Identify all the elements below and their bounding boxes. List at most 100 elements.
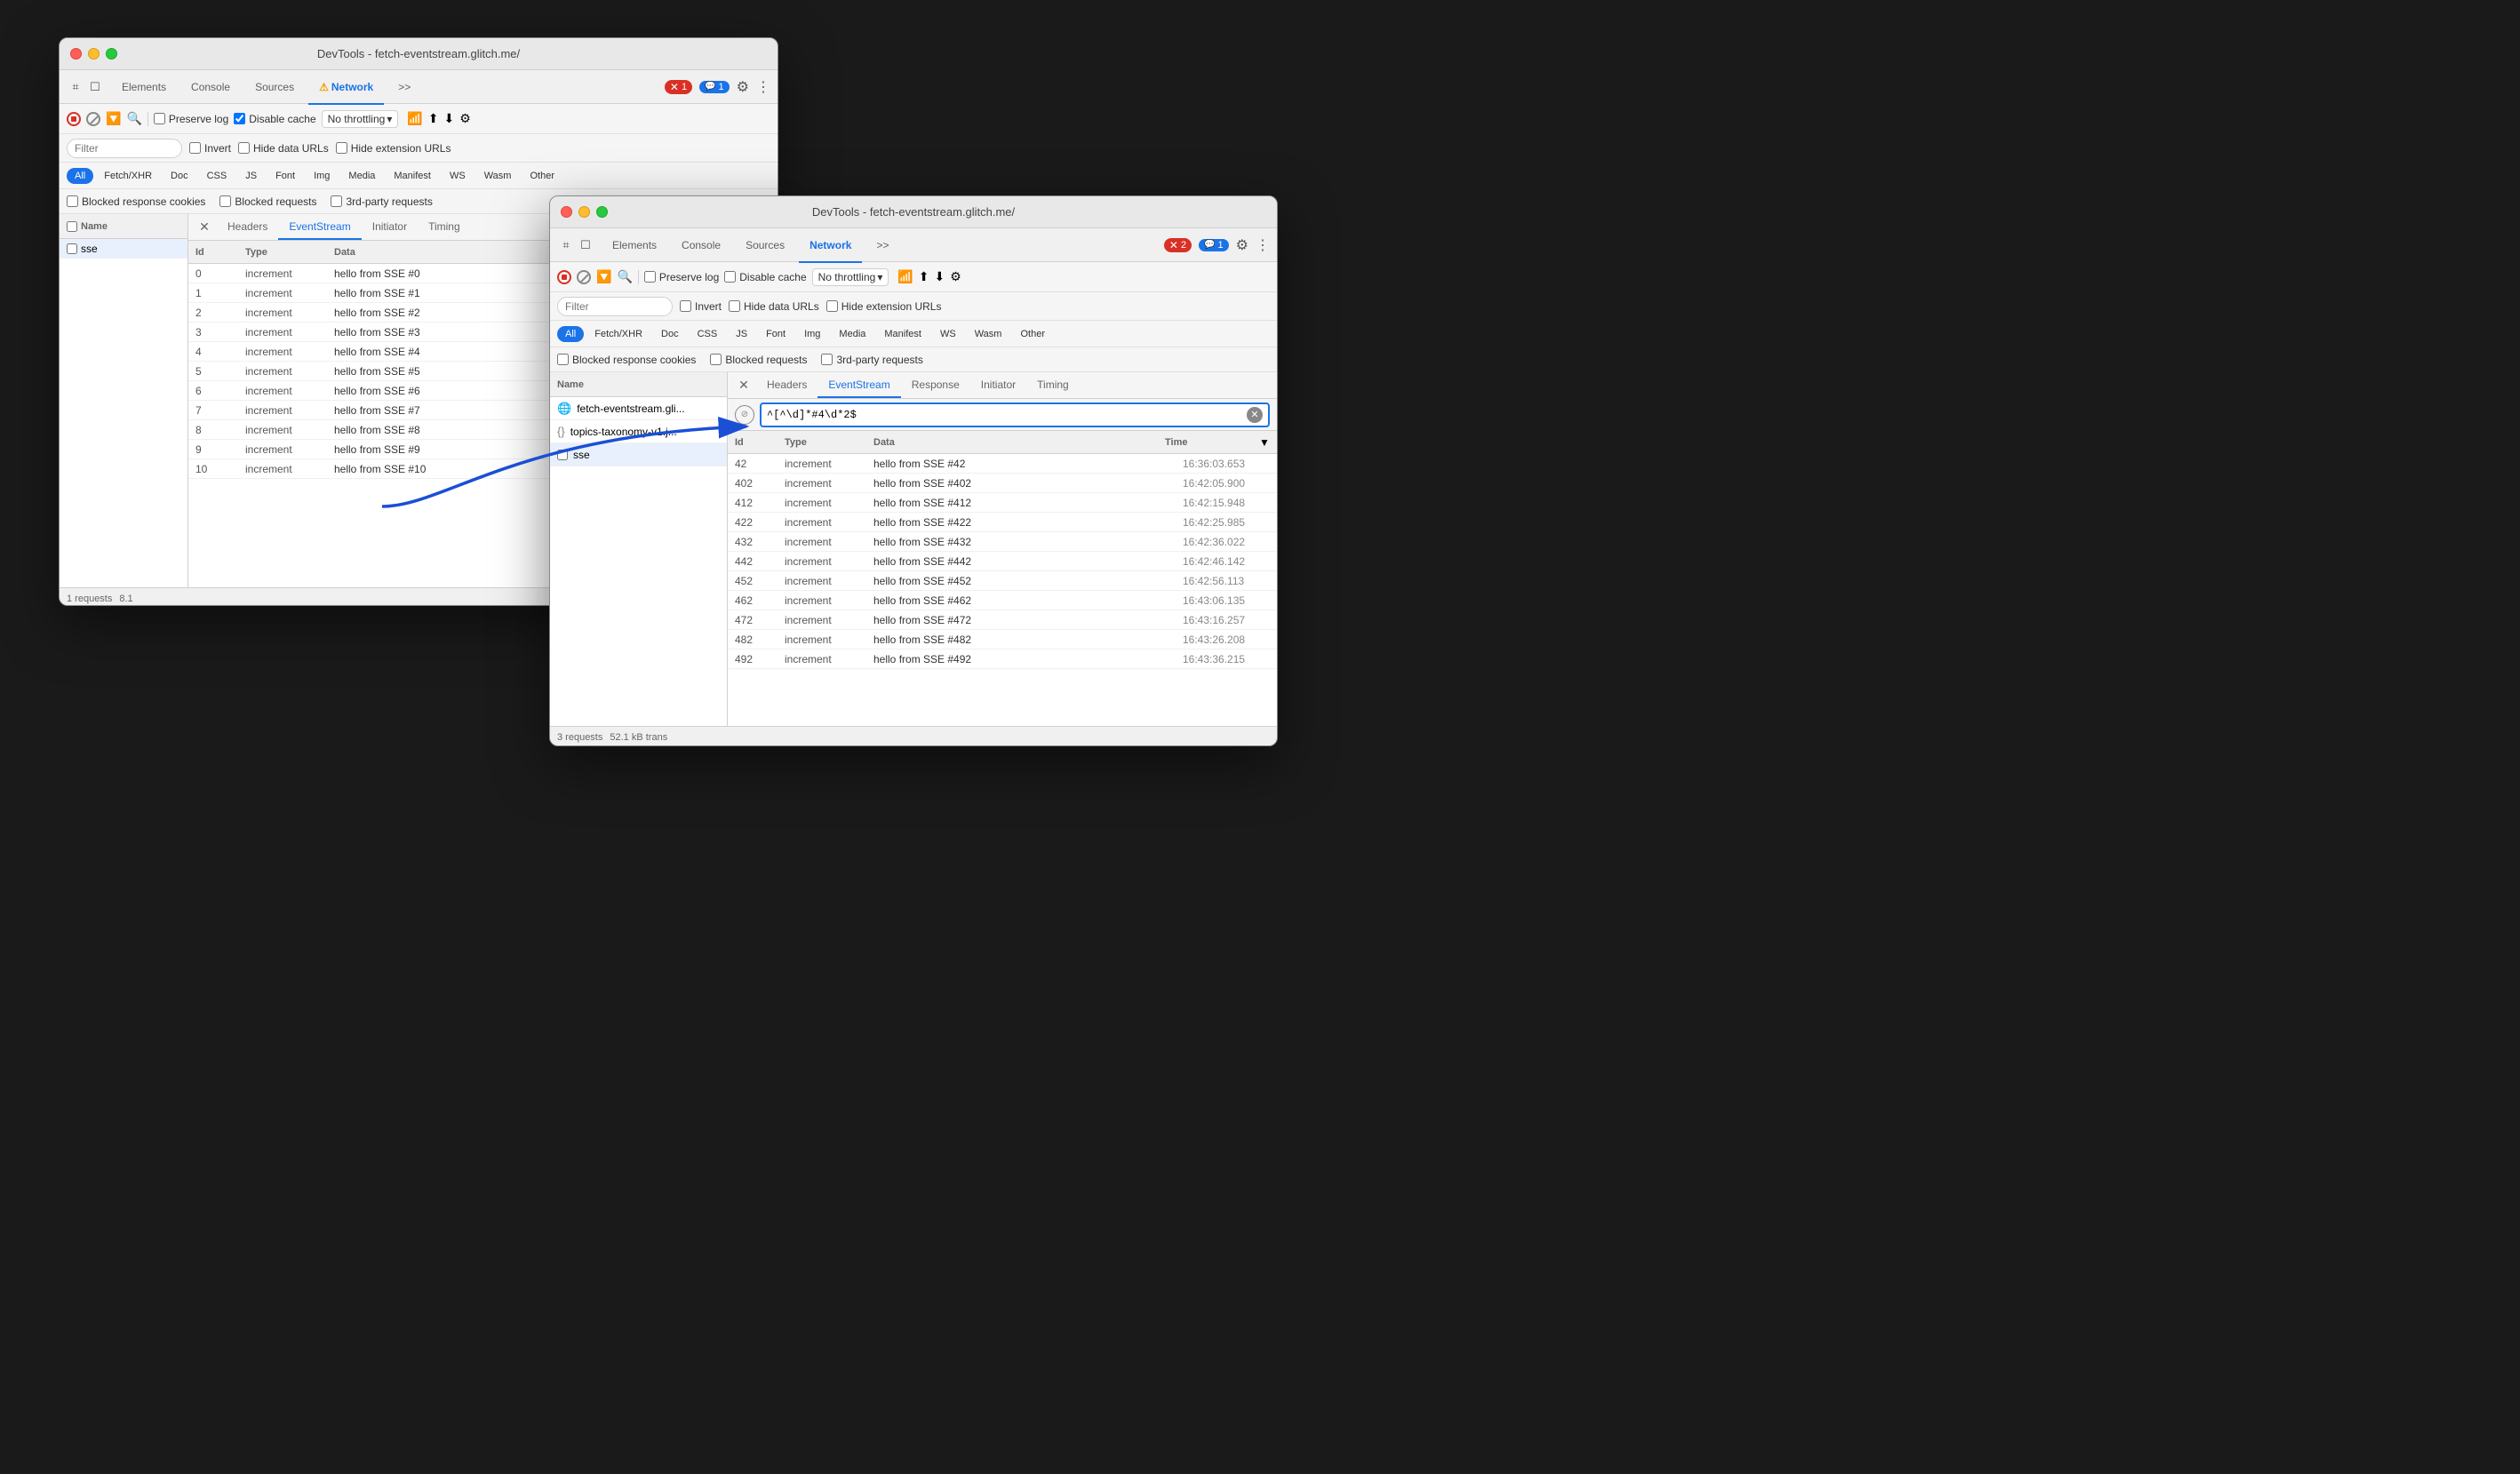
disable-cache-label-2[interactable]: Disable cache: [724, 271, 806, 283]
stop-recording-icon-1[interactable]: [67, 112, 81, 126]
search-clear-btn-2[interactable]: ✕: [1247, 407, 1263, 423]
invert-label-1[interactable]: Invert: [189, 142, 231, 155]
settings-network-icon-1[interactable]: ⚙: [459, 111, 471, 126]
type-other-1[interactable]: Other: [522, 168, 562, 184]
settings-network-icon-2[interactable]: ⚙: [950, 269, 961, 284]
hide-data-urls-checkbox-2[interactable]: [729, 300, 740, 312]
network-conditions-icon-2[interactable]: 📶: [897, 269, 913, 284]
minimize-button-2[interactable]: [578, 206, 590, 218]
sse-checkbox-2[interactable]: [557, 450, 568, 460]
type-all-2[interactable]: All: [557, 326, 584, 342]
type-manifest-1[interactable]: Manifest: [386, 168, 439, 184]
tab-console-2[interactable]: Console: [671, 234, 731, 257]
table-row[interactable]: 452incrementhello from SSE #45216:42:56.…: [728, 571, 1277, 591]
type-img-1[interactable]: Img: [306, 168, 338, 184]
tab-more-1[interactable]: >>: [387, 76, 421, 99]
invert-checkbox-2[interactable]: [680, 300, 691, 312]
stop-recording-icon-2[interactable]: [557, 270, 571, 284]
sse-row-1[interactable]: sse: [60, 239, 187, 259]
type-ws-2[interactable]: WS: [932, 326, 964, 342]
blocked-cookies-checkbox-1[interactable]: [67, 195, 78, 207]
type-js-1[interactable]: JS: [237, 168, 265, 184]
throttle-select-2[interactable]: No throttling ▾: [812, 268, 889, 286]
tab-sources-1[interactable]: Sources: [244, 76, 305, 99]
sse-checkbox-1[interactable]: [67, 243, 77, 254]
network-conditions-icon-1[interactable]: 📶: [407, 111, 422, 126]
blocked-requests-checkbox-2[interactable]: [710, 354, 722, 365]
type-css-1[interactable]: CSS: [199, 168, 235, 184]
list-item[interactable]: {} topics-taxonomy-v1.j...: [550, 420, 727, 443]
panel-tab-initiator-2[interactable]: Initiator: [970, 373, 1026, 398]
table-row[interactable]: 42incrementhello from SSE #4216:36:03.65…: [728, 454, 1277, 474]
filter-icon-2[interactable]: 🔽: [596, 269, 611, 284]
hide-ext-urls-checkbox-1[interactable]: [336, 142, 347, 154]
type-doc-2[interactable]: Doc: [653, 326, 687, 342]
device-icon-1[interactable]: ☐: [86, 78, 104, 96]
select-all-checkbox-1[interactable]: [67, 221, 77, 232]
export-icon-2[interactable]: ⬇: [935, 269, 945, 284]
clear-icon-1[interactable]: [86, 112, 100, 126]
tab-sources-2[interactable]: Sources: [735, 234, 795, 257]
tab-more-2[interactable]: >>: [865, 234, 899, 257]
type-other-2[interactable]: Other: [1012, 326, 1053, 342]
table-row[interactable]: 402incrementhello from SSE #40216:42:05.…: [728, 474, 1277, 493]
preserve-log-label-2[interactable]: Preserve log: [644, 271, 719, 283]
type-wasm-1[interactable]: Wasm: [476, 168, 520, 184]
tab-elements-1[interactable]: Elements: [111, 76, 177, 99]
blocked-requests-label-2[interactable]: Blocked requests: [710, 354, 807, 366]
preserve-log-label-1[interactable]: Preserve log: [154, 113, 228, 125]
type-media-1[interactable]: Media: [340, 168, 383, 184]
hide-ext-urls-checkbox-2[interactable]: [826, 300, 838, 312]
preserve-log-checkbox-2[interactable]: [644, 271, 656, 283]
panel-tab-response-2[interactable]: Response: [901, 373, 970, 398]
table-row[interactable]: 412incrementhello from SSE #41216:42:15.…: [728, 493, 1277, 513]
panel-tab-timing-2[interactable]: Timing: [1026, 373, 1080, 398]
type-fetchxhr-1[interactable]: Fetch/XHR: [96, 168, 160, 184]
export-icon-1[interactable]: ⬇: [444, 111, 455, 126]
inspect-icon-1[interactable]: ⌗: [67, 78, 84, 96]
panel-tab-eventstream-2[interactable]: EventStream: [817, 373, 900, 398]
invert-label-2[interactable]: Invert: [680, 300, 722, 313]
blocked-cookies-label-2[interactable]: Blocked response cookies: [557, 354, 696, 366]
search-input-2[interactable]: [767, 409, 1243, 421]
more-icon-2[interactable]: ⋮: [1256, 236, 1270, 254]
maximize-button-2[interactable]: [596, 206, 608, 218]
clear-icon-2[interactable]: [577, 270, 591, 284]
disable-cache-label-1[interactable]: Disable cache: [234, 113, 315, 125]
type-font-1[interactable]: Font: [267, 168, 303, 184]
type-fetchxhr-2[interactable]: Fetch/XHR: [586, 326, 650, 342]
throttle-select-1[interactable]: No throttling ▾: [322, 110, 399, 128]
third-party-requests-checkbox-1[interactable]: [331, 195, 342, 207]
filter-icon-1[interactable]: 🔽: [106, 111, 121, 126]
table-row[interactable]: 432incrementhello from SSE #43216:42:36.…: [728, 532, 1277, 552]
type-js-2[interactable]: JS: [728, 326, 755, 342]
hide-data-urls-label-2[interactable]: Hide data URLs: [729, 300, 819, 313]
type-font-2[interactable]: Font: [758, 326, 793, 342]
preserve-log-checkbox-1[interactable]: [154, 113, 165, 124]
settings-icon-2[interactable]: ⚙: [1236, 236, 1248, 254]
panel-tab-headers-2[interactable]: Headers: [756, 373, 817, 398]
more-icon-1[interactable]: ⋮: [756, 78, 770, 96]
tab-elements-2[interactable]: Elements: [602, 234, 667, 257]
search-icon-1[interactable]: 🔍: [126, 111, 141, 126]
panel-tab-initiator-1[interactable]: Initiator: [362, 215, 418, 240]
device-icon-2[interactable]: ☐: [577, 236, 594, 254]
table-row[interactable]: 472incrementhello from SSE #47216:43:16.…: [728, 610, 1277, 630]
type-all-1[interactable]: All: [67, 168, 93, 184]
blocked-cookies-checkbox-2[interactable]: [557, 354, 569, 365]
type-img-2[interactable]: Img: [796, 326, 828, 342]
hide-data-urls-label-1[interactable]: Hide data URLs: [238, 142, 329, 155]
hide-data-urls-checkbox-1[interactable]: [238, 142, 250, 154]
type-wasm-2[interactable]: Wasm: [967, 326, 1010, 342]
panel-close-2[interactable]: ✕: [731, 373, 756, 398]
disable-cache-checkbox-1[interactable]: [234, 113, 245, 124]
type-ws-1[interactable]: WS: [442, 168, 474, 184]
close-button-1[interactable]: [70, 48, 82, 60]
inspect-icon-2[interactable]: ⌗: [557, 236, 575, 254]
table-row[interactable]: 462incrementhello from SSE #46216:43:06.…: [728, 591, 1277, 610]
type-media-2[interactable]: Media: [831, 326, 873, 342]
blocked-requests-label-1[interactable]: Blocked requests: [219, 195, 316, 208]
type-css-2[interactable]: CSS: [690, 326, 726, 342]
hide-ext-urls-label-2[interactable]: Hide extension URLs: [826, 300, 942, 313]
filter-input-1[interactable]: [67, 139, 182, 158]
